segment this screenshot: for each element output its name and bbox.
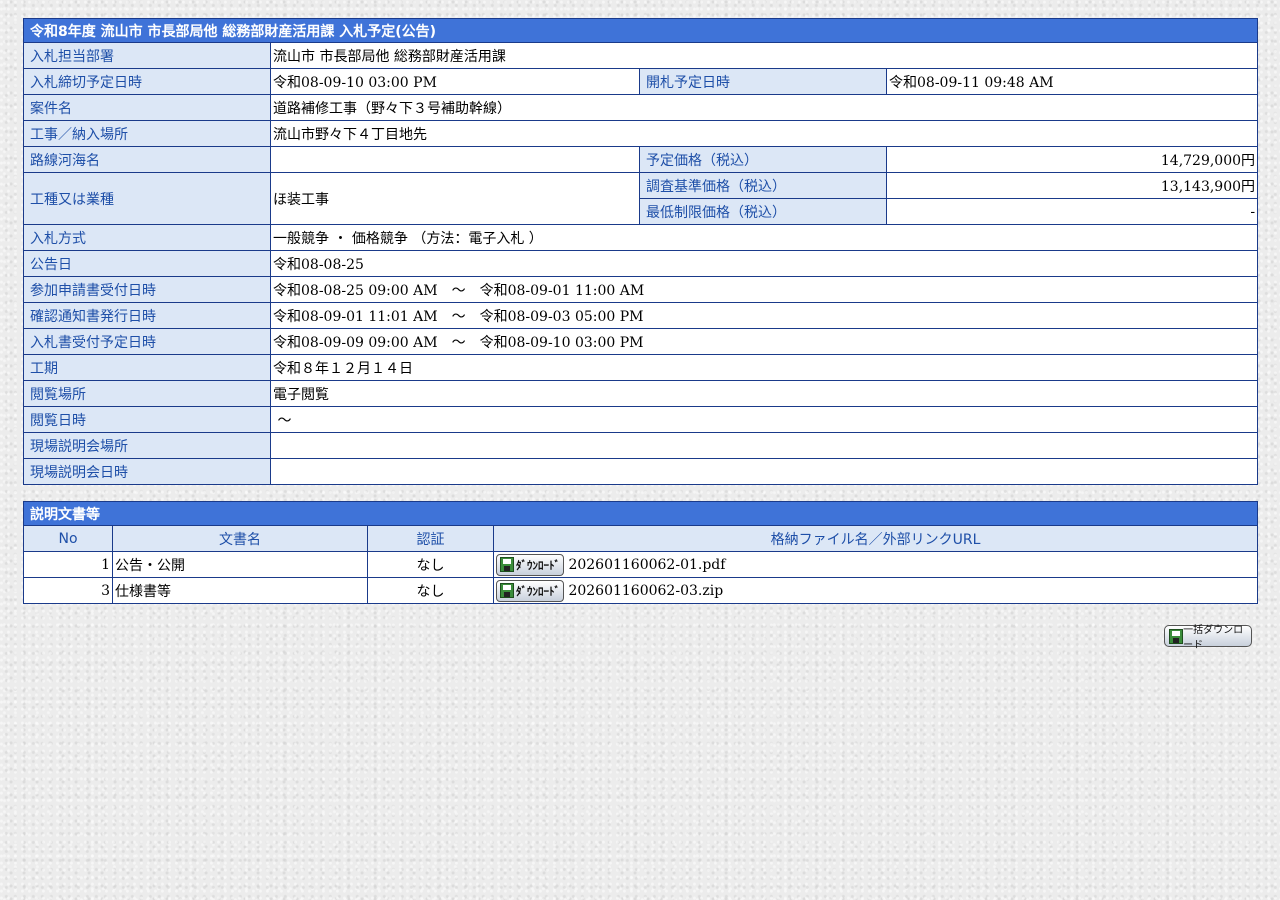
- period-label: 工期: [23, 354, 271, 381]
- opening-label: 開札予定日時: [639, 68, 887, 95]
- view-place-value: 電子閲覧: [269, 380, 1259, 407]
- route-label: 路線河海名: [23, 146, 271, 173]
- dept-label: 入札担当部署: [23, 42, 271, 69]
- notice-date-label: 公告日: [23, 250, 271, 277]
- category-value: ほ装工事: [270, 172, 640, 225]
- view-date-value: ～: [269, 406, 1259, 433]
- doc-name: 仕様書等: [112, 577, 368, 604]
- site-place-value: [269, 432, 1259, 459]
- category-label: 工種又は業種: [23, 172, 271, 225]
- col-doc-name: 文書名: [112, 525, 368, 552]
- bulk-download-label: 一括ダウンロード: [1183, 625, 1244, 651]
- deadline-label: 入札締切予定日時: [23, 68, 271, 95]
- survey-price-label: 調査基準価格（税込）: [639, 172, 887, 199]
- view-date-label: 閲覧日時: [23, 406, 271, 433]
- table-row: 3 仕様書等 なし ﾀﾞｳﾝﾛｰﾄﾞ 202601160062-03.zip: [23, 577, 1258, 604]
- col-no: No: [23, 525, 113, 552]
- doc-file-cell: ﾀﾞｳﾝﾛｰﾄﾞ 202601160062-03.zip: [493, 577, 1258, 604]
- min-price-value: -: [885, 198, 1259, 225]
- bulk-download-button[interactable]: 一括ダウンロード: [1164, 625, 1252, 651]
- apply-label: 参加申請書受付日時: [23, 276, 271, 303]
- documents-table: 説明文書等 No 文書名 認証 格納ファイル名／外部リンクURL 1 公告・公開…: [23, 501, 1258, 604]
- notice-date-value: 令和08-08-25: [269, 250, 1259, 277]
- period-value: 令和８年１２月１４日: [269, 354, 1259, 381]
- opening-value: 令和08-09-11 09:48 AM: [885, 68, 1259, 95]
- doc-no: 3: [23, 577, 113, 604]
- doc-auth: なし: [367, 551, 494, 578]
- doc-no: 1: [23, 551, 113, 578]
- deadline-value: 令和08-09-10 03:00 PM: [270, 68, 640, 95]
- method-value: 一般競争 ・ 価格競争 （方法：電子入札 ）: [269, 224, 1259, 251]
- confirm-value: 令和08-09-01 11:01 AM ～ 令和08-09-03 05:00 P…: [269, 302, 1259, 329]
- confirm-label: 確認通知書発行日時: [23, 302, 271, 329]
- floppy-disk-icon: [500, 583, 514, 598]
- doc-name: 公告・公開: [112, 551, 368, 578]
- documents-title: 説明文書等: [23, 501, 1258, 526]
- file-name: 202601160062-03.zip: [568, 582, 724, 599]
- site-place-label: 現場説明会場所: [23, 432, 271, 459]
- download-button[interactable]: ﾀﾞｳﾝﾛｰﾄﾞ: [496, 553, 564, 576]
- page-content: 令和8年度 流山市 市長部局他 総務部財産活用課 入札予定(公告) 入札担当部署…: [22, 18, 1259, 604]
- download-button-label: ﾀﾞｳﾝﾛｰﾄﾞ: [516, 558, 560, 572]
- view-place-label: 閲覧場所: [23, 380, 271, 407]
- planned-price-label: 予定価格（税込）: [639, 146, 887, 173]
- col-auth: 認証: [367, 525, 494, 552]
- apply-value: 令和08-08-25 09:00 AM ～ 令和08-09-01 11:00 A…: [269, 276, 1259, 303]
- page-title: 令和8年度 流山市 市長部局他 総務部財産活用課 入札予定(公告): [22, 18, 1259, 43]
- project-value: 道路補修工事（野々下３号補助幹線）: [269, 94, 1259, 121]
- place-value: 流山市野々下４丁目地先: [269, 120, 1259, 147]
- method-label: 入札方式: [23, 224, 271, 251]
- doc-file-cell: ﾀﾞｳﾝﾛｰﾄﾞ 202601160062-01.pdf: [493, 551, 1258, 578]
- site-date-value: [269, 458, 1259, 485]
- place-label: 工事／納入場所: [23, 120, 271, 147]
- survey-price-value: 13,143,900円: [885, 172, 1259, 199]
- planned-price-value: 14,729,000円: [885, 146, 1259, 173]
- bid-info-table: 令和8年度 流山市 市長部局他 総務部財産活用課 入札予定(公告) 入札担当部署…: [22, 18, 1259, 485]
- doc-auth: なし: [367, 577, 494, 604]
- download-button-label: ﾀﾞｳﾝﾛｰﾄﾞ: [516, 584, 560, 598]
- receipt-label: 入札書受付予定日時: [23, 328, 271, 355]
- min-price-label: 最低制限価格（税込）: [639, 198, 887, 225]
- table-row: 1 公告・公開 なし ﾀﾞｳﾝﾛｰﾄﾞ 202601160062-01.pdf: [23, 551, 1258, 578]
- download-button[interactable]: ﾀﾞｳﾝﾛｰﾄﾞ: [496, 579, 564, 602]
- receipt-value: 令和08-09-09 09:00 AM ～ 令和08-09-10 03:00 P…: [269, 328, 1259, 355]
- floppy-disk-icon: [500, 557, 514, 572]
- col-file: 格納ファイル名／外部リンクURL: [493, 525, 1258, 552]
- file-name: 202601160062-01.pdf: [568, 556, 726, 573]
- route-value: [270, 146, 640, 173]
- dept-value: 流山市 市長部局他 総務部財産活用課: [269, 42, 1259, 69]
- project-label: 案件名: [23, 94, 271, 121]
- floppy-disk-icon: [1169, 628, 1183, 644]
- site-date-label: 現場説明会日時: [23, 458, 271, 485]
